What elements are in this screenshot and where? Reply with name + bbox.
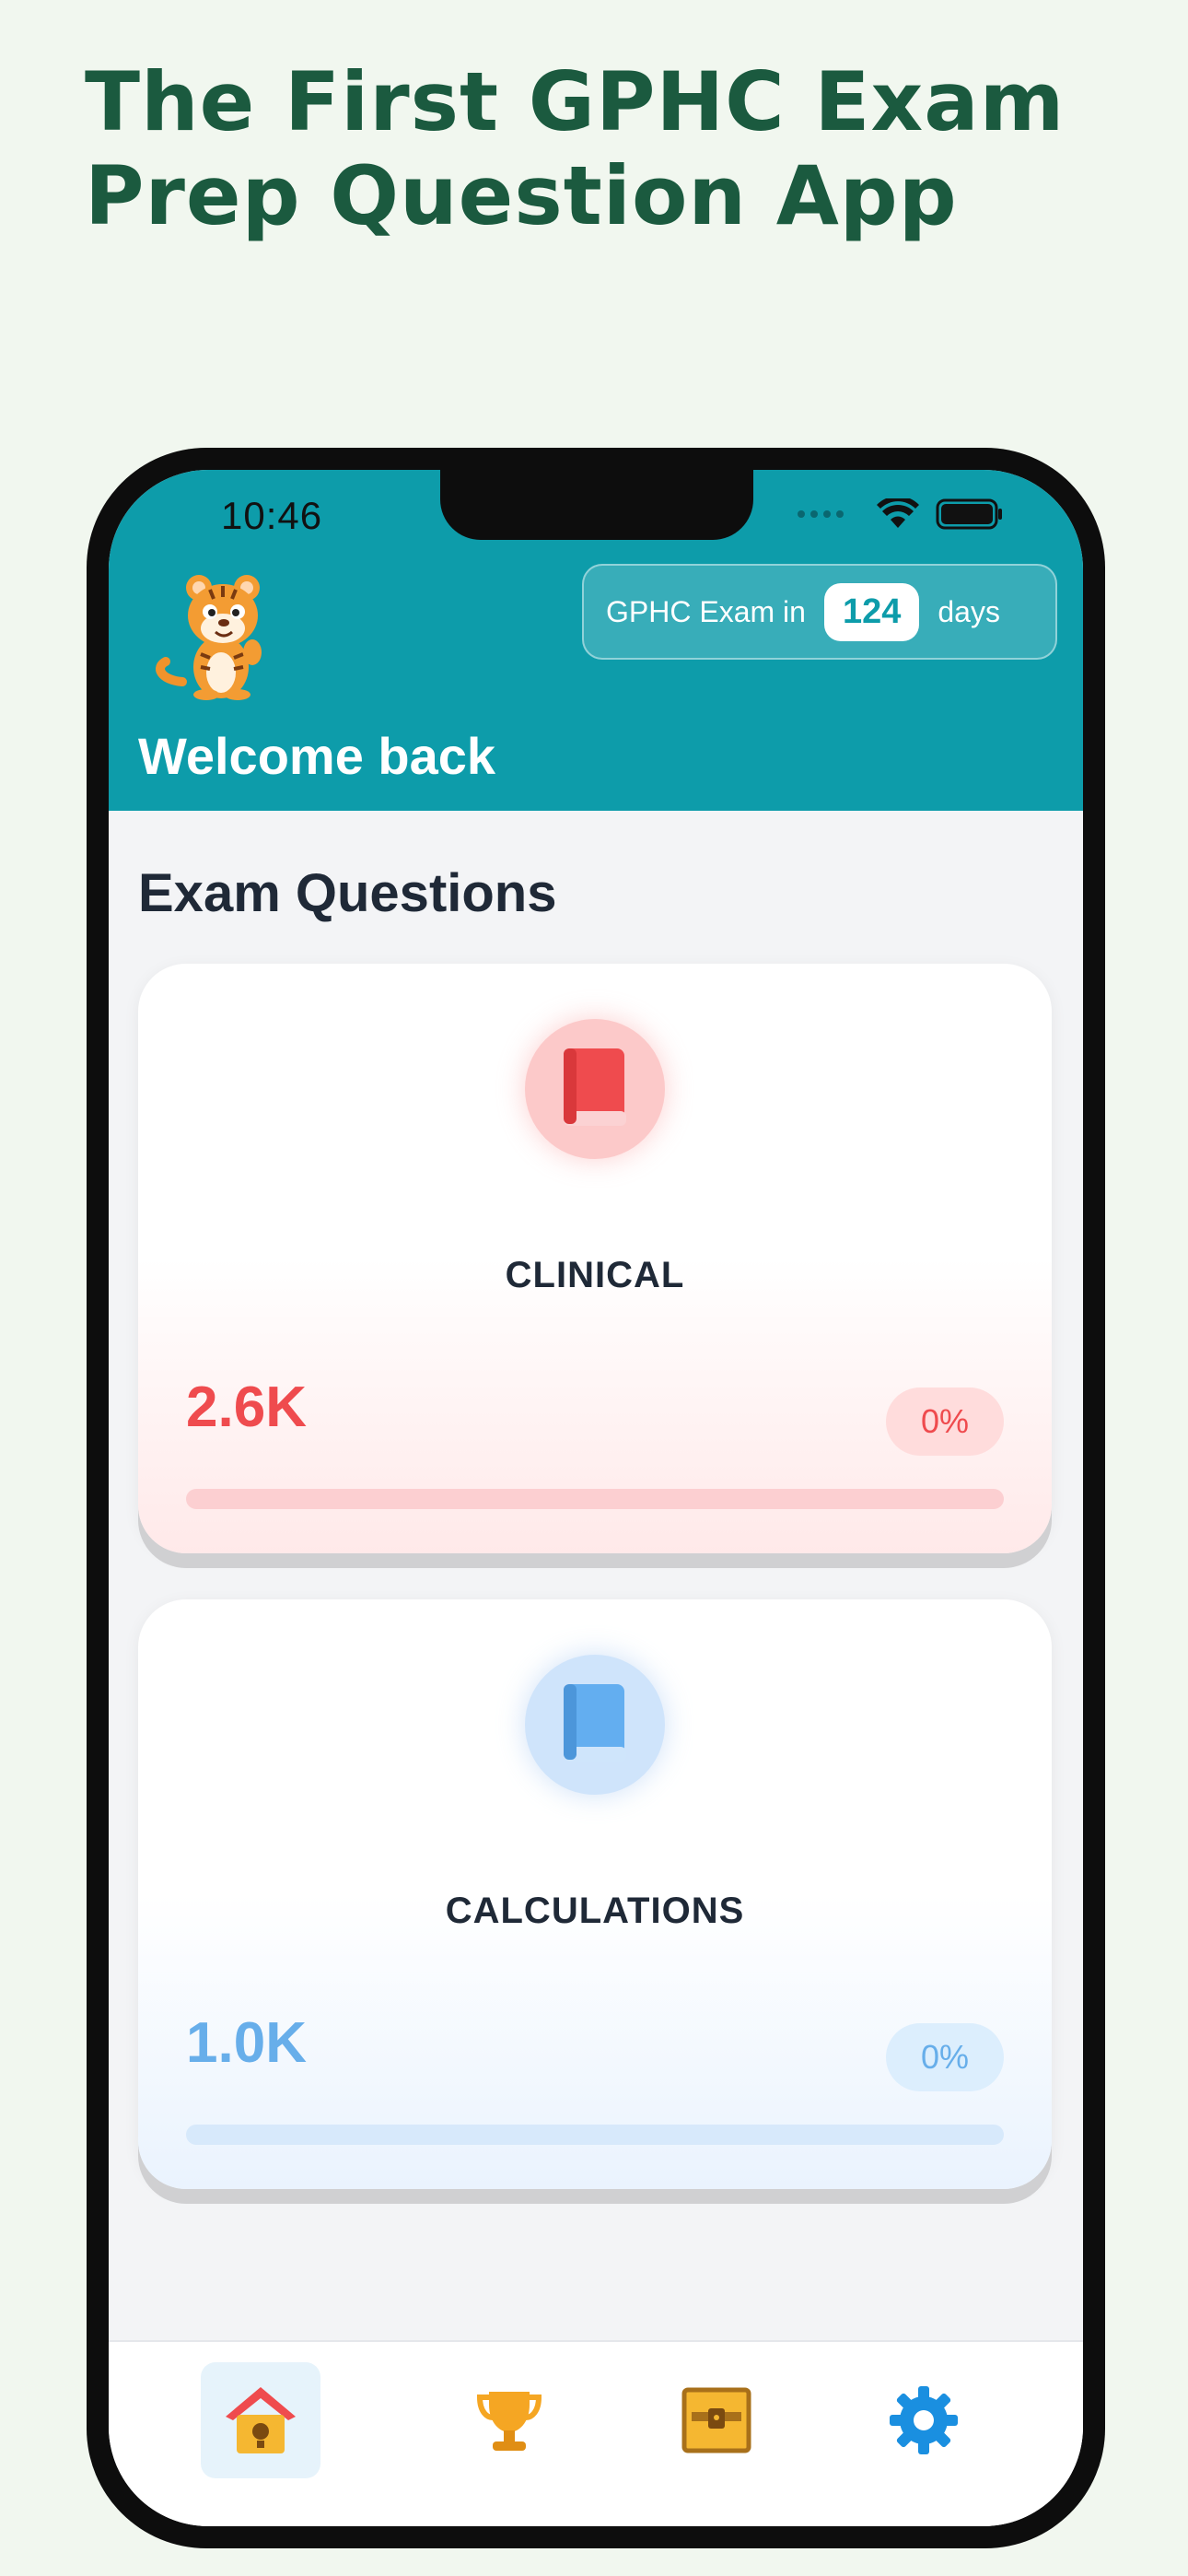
book-icon [564, 1684, 626, 1762]
exam-countdown[interactable]: GPHC Exam in 124 days [582, 564, 1057, 660]
tab-bar [109, 2340, 1083, 2526]
tab-home[interactable] [201, 2362, 320, 2478]
calculations-title: CALCULATIONS [445, 1891, 745, 1931]
exam-countdown-suffix: days [938, 594, 1000, 628]
signal-icon [798, 510, 844, 518]
clinical-title: CLINICAL [505, 1255, 685, 1295]
clinical-card[interactable]: CLINICAL 2.6K 0% [138, 964, 1052, 1553]
gear-icon [890, 2386, 958, 2454]
headline-line-2: Prep Question App [85, 148, 958, 243]
battery-icon [936, 498, 1002, 530]
phone-frame: 10:46 GPHC Exam in 124 days Welcome back… [87, 448, 1105, 2548]
status-time: 10:46 [221, 494, 323, 537]
headline-line-1: The First GPHC Exam [85, 54, 1066, 149]
tiger-mascot-icon [156, 575, 262, 700]
status-icons [798, 498, 1004, 531]
trophy-icon [476, 2392, 542, 2451]
birdhouse-home-icon [226, 2387, 296, 2453]
marketing-headline: The First GPHC Exam Prep Question App [85, 55, 1144, 243]
app-screen: 10:46 GPHC Exam in 124 days Welcome back… [109, 470, 1083, 2526]
clinical-percent-badge: 0% [886, 1388, 1004, 1456]
calculations-percent-badge: 0% [886, 2023, 1004, 2091]
wifi-icon [877, 498, 919, 528]
tab-settings[interactable] [864, 2362, 984, 2478]
exam-countdown-days: 124 [823, 582, 920, 641]
treasure-chest-icon [681, 2387, 751, 2453]
clinical-icon-circle [525, 1019, 665, 1159]
calculations-progress-bar [186, 2125, 1004, 2145]
tab-chest[interactable] [657, 2362, 776, 2478]
tab-trophy[interactable] [449, 2362, 569, 2478]
clinical-progress-bar [186, 1489, 1004, 1509]
welcome-text: Welcome back [138, 727, 496, 785]
exam-countdown-prefix: GPHC Exam in [606, 594, 806, 628]
section-title: Exam Questions [138, 863, 557, 923]
clinical-count: 2.6K [186, 1376, 307, 1439]
app-header: 10:46 GPHC Exam in 124 days Welcome back [109, 470, 1083, 811]
calculations-card[interactable]: CALCULATIONS 1.0K 0% [138, 1599, 1052, 2189]
dynamic-island [440, 470, 753, 540]
book-icon [564, 1048, 626, 1126]
calculations-icon-circle [525, 1655, 665, 1795]
calculations-count: 1.0K [186, 2011, 307, 2075]
